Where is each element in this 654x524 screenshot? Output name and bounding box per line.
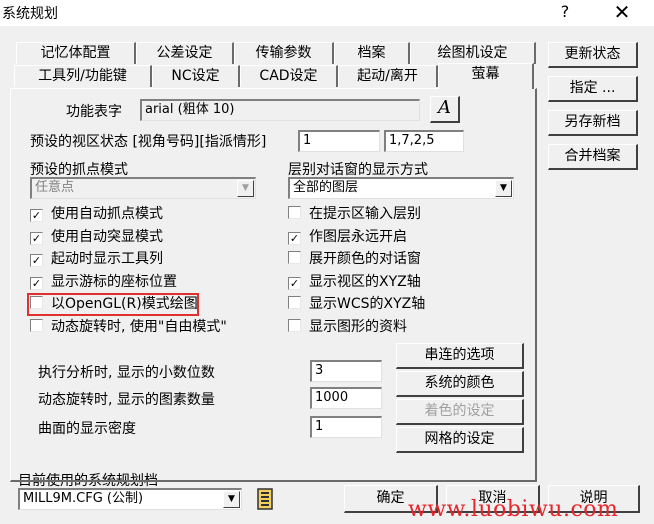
- checkbox-label: 展开颜色的对话窗: [309, 251, 421, 267]
- decimals-label: 执行分析时, 显示的小数位数: [38, 365, 215, 381]
- close-icon[interactable]: ✕: [606, 0, 638, 26]
- tab-cad[interactable]: CAD设定: [240, 65, 338, 87]
- checkbox-label: 显示图形的资料: [309, 319, 407, 335]
- wcs-axes-checkbox[interactable]: 显示WCS的XYZ轴: [288, 295, 425, 313]
- cursor-position-checkbox[interactable]: ✓ 显示游标的座标位置: [30, 273, 177, 291]
- surface-density-label: 曲面的显示密度: [38, 421, 136, 437]
- checkbox-box[interactable]: [30, 319, 43, 332]
- rotate-count-input[interactable]: 1000: [310, 387, 382, 409]
- checkbox-box[interactable]: [288, 206, 301, 219]
- layer-display-value: 全部的图层: [293, 180, 359, 195]
- assign-button[interactable]: 指定 ...: [548, 76, 638, 102]
- decimals-input[interactable]: 3: [310, 360, 382, 382]
- tab-transfer[interactable]: 传输参数: [234, 42, 334, 64]
- viewport-assign-input[interactable]: 1,7,2,5: [384, 130, 464, 152]
- merge-files-button[interactable]: 合并档案: [548, 144, 638, 170]
- font-label: 功能表字: [66, 104, 122, 120]
- help-icon[interactable]: ?: [553, 0, 577, 26]
- checkbox-label: 使用自动抓点模式: [51, 206, 163, 222]
- surface-density-input[interactable]: 1: [310, 416, 382, 438]
- viewport-axes-checkbox[interactable]: ✓ 显示视区的XYZ轴: [288, 273, 421, 291]
- layer-display-label: 层别对话窗的显示方式: [288, 162, 428, 178]
- checkbox-label: 显示视区的XYZ轴: [309, 274, 421, 290]
- grid-settings-button[interactable]: 网格的设定: [396, 427, 524, 453]
- tab-tolerance[interactable]: 公差设定: [136, 42, 234, 64]
- shading-settings-button: 着色的设定: [396, 399, 524, 425]
- tab-startup[interactable]: 起动/离开: [338, 65, 438, 87]
- checkbox-label: 显示WCS的XYZ轴: [309, 296, 426, 312]
- config-file-value: MILL9M.CFG (公制): [23, 491, 144, 506]
- checkbox-box[interactable]: ✓: [288, 232, 301, 245]
- dialog-body: 记忆体配置 公差设定 传输参数 档案 绘图机设定 工具列/功能键 NC设定 CA…: [0, 26, 654, 524]
- rotate-count-label: 动态旋转时, 显示的图素数量: [38, 392, 215, 408]
- viewport-number-input[interactable]: 1: [298, 130, 380, 152]
- tab-memory[interactable]: 记忆体配置: [16, 42, 136, 64]
- watermark-text: www.luobiwu.com: [408, 497, 619, 522]
- highlight-box: [27, 293, 199, 316]
- checkbox-box[interactable]: ✓: [30, 254, 43, 267]
- system-colors-button[interactable]: 系统的颜色: [396, 371, 524, 397]
- chevron-down-icon[interactable]: ▼: [495, 180, 512, 197]
- checkbox-label: 作图层永远开启: [309, 229, 407, 245]
- checkbox-box[interactable]: ✓: [30, 277, 43, 290]
- window-title: 系统规划: [2, 6, 58, 22]
- chevron-down-icon: ▼: [237, 180, 254, 197]
- checkbox-label: 显示游标的座标位置: [51, 274, 177, 290]
- tab-nc[interactable]: NC设定: [152, 65, 240, 87]
- checkbox-label: 使用自动突显模式: [51, 229, 163, 245]
- checkbox-box[interactable]: ✓: [288, 277, 301, 290]
- config-file-select[interactable]: MILL9M.CFG (公制) ▼: [18, 488, 242, 510]
- snap-mode-value: 任意点: [35, 180, 75, 195]
- checkbox-label: 起动时显示工具列: [51, 251, 163, 267]
- tab-toolbar[interactable]: 工具列/功能键: [14, 65, 152, 87]
- checkbox-box[interactable]: ✓: [30, 209, 43, 222]
- expand-color-dialog-checkbox[interactable]: 展开颜色的对话窗: [288, 250, 421, 268]
- save-as-new-button[interactable]: 另存新档: [548, 110, 638, 136]
- checkbox-box[interactable]: [288, 319, 301, 332]
- prompt-layer-checkbox[interactable]: 在提示区输入层别: [288, 205, 421, 223]
- checkbox-label: 在提示区输入层别: [309, 206, 421, 222]
- chain-options-button[interactable]: 串连的选项: [396, 343, 524, 369]
- layer-display-select[interactable]: 全部的图层 ▼: [288, 177, 514, 199]
- font-field: arial (粗体 10): [140, 99, 420, 121]
- font-picker-button[interactable]: A: [430, 96, 460, 123]
- tab-files[interactable]: 档案: [334, 42, 410, 64]
- snap-mode-label: 预设的抓点模式: [30, 162, 128, 178]
- chevron-down-icon[interactable]: ▼: [223, 491, 240, 508]
- tab-screen[interactable]: 萤幕: [438, 63, 534, 89]
- layer-always-on-checkbox[interactable]: ✓ 作图层永远开启: [288, 228, 407, 246]
- entity-info-checkbox[interactable]: 显示图形的资料: [288, 318, 407, 336]
- snap-mode-select: 任意点 ▼: [30, 177, 256, 199]
- config-file-icon[interactable]: [254, 487, 276, 512]
- free-rotate-checkbox[interactable]: 动态旋转时, 使用"自由模式": [30, 318, 227, 336]
- tab-plotter[interactable]: 绘图机设定: [410, 42, 536, 64]
- viewport-label: 预设的视区状态 [视角号码][指派情形]: [30, 134, 267, 150]
- show-toolbar-checkbox[interactable]: ✓ 起动时显示工具列: [30, 250, 163, 268]
- title-bar: 系统规划 ? ✕: [0, 0, 654, 26]
- auto-highlight-checkbox[interactable]: ✓ 使用自动突显模式: [30, 228, 163, 246]
- checkbox-box[interactable]: [288, 296, 301, 309]
- auto-snap-checkbox[interactable]: ✓ 使用自动抓点模式: [30, 205, 163, 223]
- checkbox-box[interactable]: ✓: [30, 232, 43, 245]
- checkbox-box[interactable]: [288, 251, 301, 264]
- checkbox-label: 动态旋转时, 使用"自由模式": [51, 319, 227, 335]
- update-status-button[interactable]: 更新状态: [548, 42, 638, 68]
